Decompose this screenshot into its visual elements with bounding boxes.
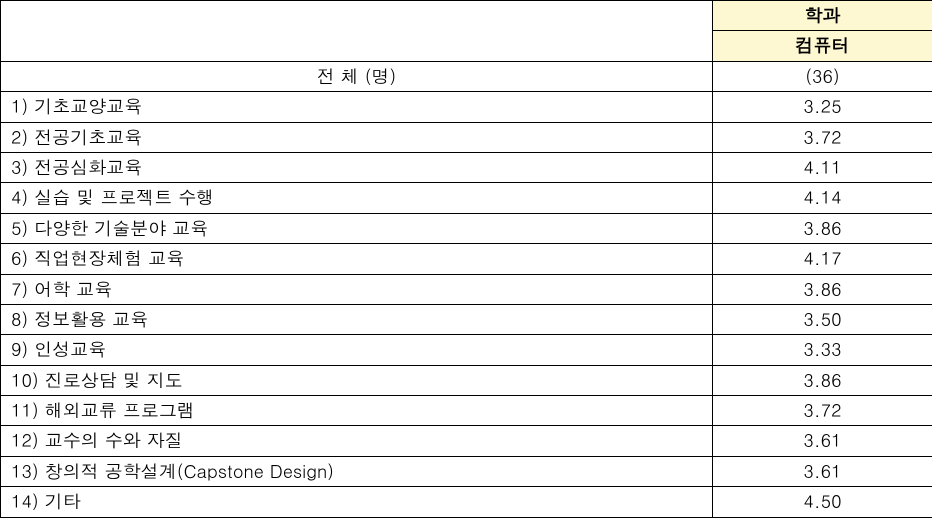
header-row-1: 학과 — [1, 1, 932, 31]
row-label: 8) 정보활용 교육 — [1, 304, 713, 334]
row-value: 3.61 — [713, 426, 932, 456]
table-row: 5) 다양한 기술분야 교육3.86 — [1, 213, 932, 243]
table-row: 3) 전공심화교육4.11 — [1, 152, 932, 182]
row-value: 3.72 — [713, 122, 932, 152]
row-label: 4) 실습 및 프로젝트 수행 — [1, 183, 713, 213]
row-value: 3.50 — [713, 304, 932, 334]
header-dept-label: 학과 — [713, 1, 932, 31]
total-label: 전 체 (명) — [1, 61, 713, 91]
survey-table: 학과 컴퓨터 전 체 (명) (36) 1) 기초교양교육3.252) 전공기초… — [0, 0, 932, 518]
row-value: 3.86 — [713, 365, 932, 395]
header-dept-name: 컴퓨터 — [713, 31, 932, 61]
row-label: 3) 전공심화교육 — [1, 152, 713, 182]
header-blank — [1, 1, 713, 62]
row-label: 5) 다양한 기술분야 교육 — [1, 213, 713, 243]
row-label: 6) 직업현장체험 교육 — [1, 244, 713, 274]
table-row: 9) 인성교육3.33 — [1, 335, 932, 365]
row-value: 3.86 — [713, 213, 932, 243]
table-row: 4) 실습 및 프로젝트 수행4.14 — [1, 183, 932, 213]
row-value: 4.11 — [713, 152, 932, 182]
table-row: 1) 기초교양교육3.25 — [1, 92, 932, 122]
row-label: 14) 기타 — [1, 487, 713, 517]
row-label: 10) 진로상담 및 지도 — [1, 365, 713, 395]
table-row: 6) 직업현장체험 교육4.17 — [1, 244, 932, 274]
total-value: (36) — [713, 61, 932, 91]
row-value: 4.50 — [713, 487, 932, 517]
row-value: 3.33 — [713, 335, 932, 365]
table-row: 8) 정보활용 교육3.50 — [1, 304, 932, 334]
table-row: 7) 어학 교육3.86 — [1, 274, 932, 304]
row-value: 4.17 — [713, 244, 932, 274]
row-label: 7) 어학 교육 — [1, 274, 713, 304]
row-value: 3.25 — [713, 92, 932, 122]
row-value: 3.72 — [713, 396, 932, 426]
table-row: 11) 해외교류 프로그램3.72 — [1, 396, 932, 426]
row-label: 1) 기초교양교육 — [1, 92, 713, 122]
row-label: 2) 전공기초교육 — [1, 122, 713, 152]
table-row: 14) 기타4.50 — [1, 487, 932, 517]
table-row: 13) 창의적 공학설계(Capstone Design)3.61 — [1, 456, 932, 486]
table-row: 12) 교수의 수와 자질3.61 — [1, 426, 932, 456]
table-row: 2) 전공기초교육3.72 — [1, 122, 932, 152]
row-value: 3.86 — [713, 274, 932, 304]
row-value: 4.14 — [713, 183, 932, 213]
table-row: 10) 진로상담 및 지도3.86 — [1, 365, 932, 395]
row-label: 11) 해외교류 프로그램 — [1, 396, 713, 426]
row-label: 9) 인성교육 — [1, 335, 713, 365]
row-label: 12) 교수의 수와 자질 — [1, 426, 713, 456]
row-label: 13) 창의적 공학설계(Capstone Design) — [1, 456, 713, 486]
row-value: 3.61 — [713, 456, 932, 486]
total-row: 전 체 (명) (36) — [1, 61, 932, 91]
